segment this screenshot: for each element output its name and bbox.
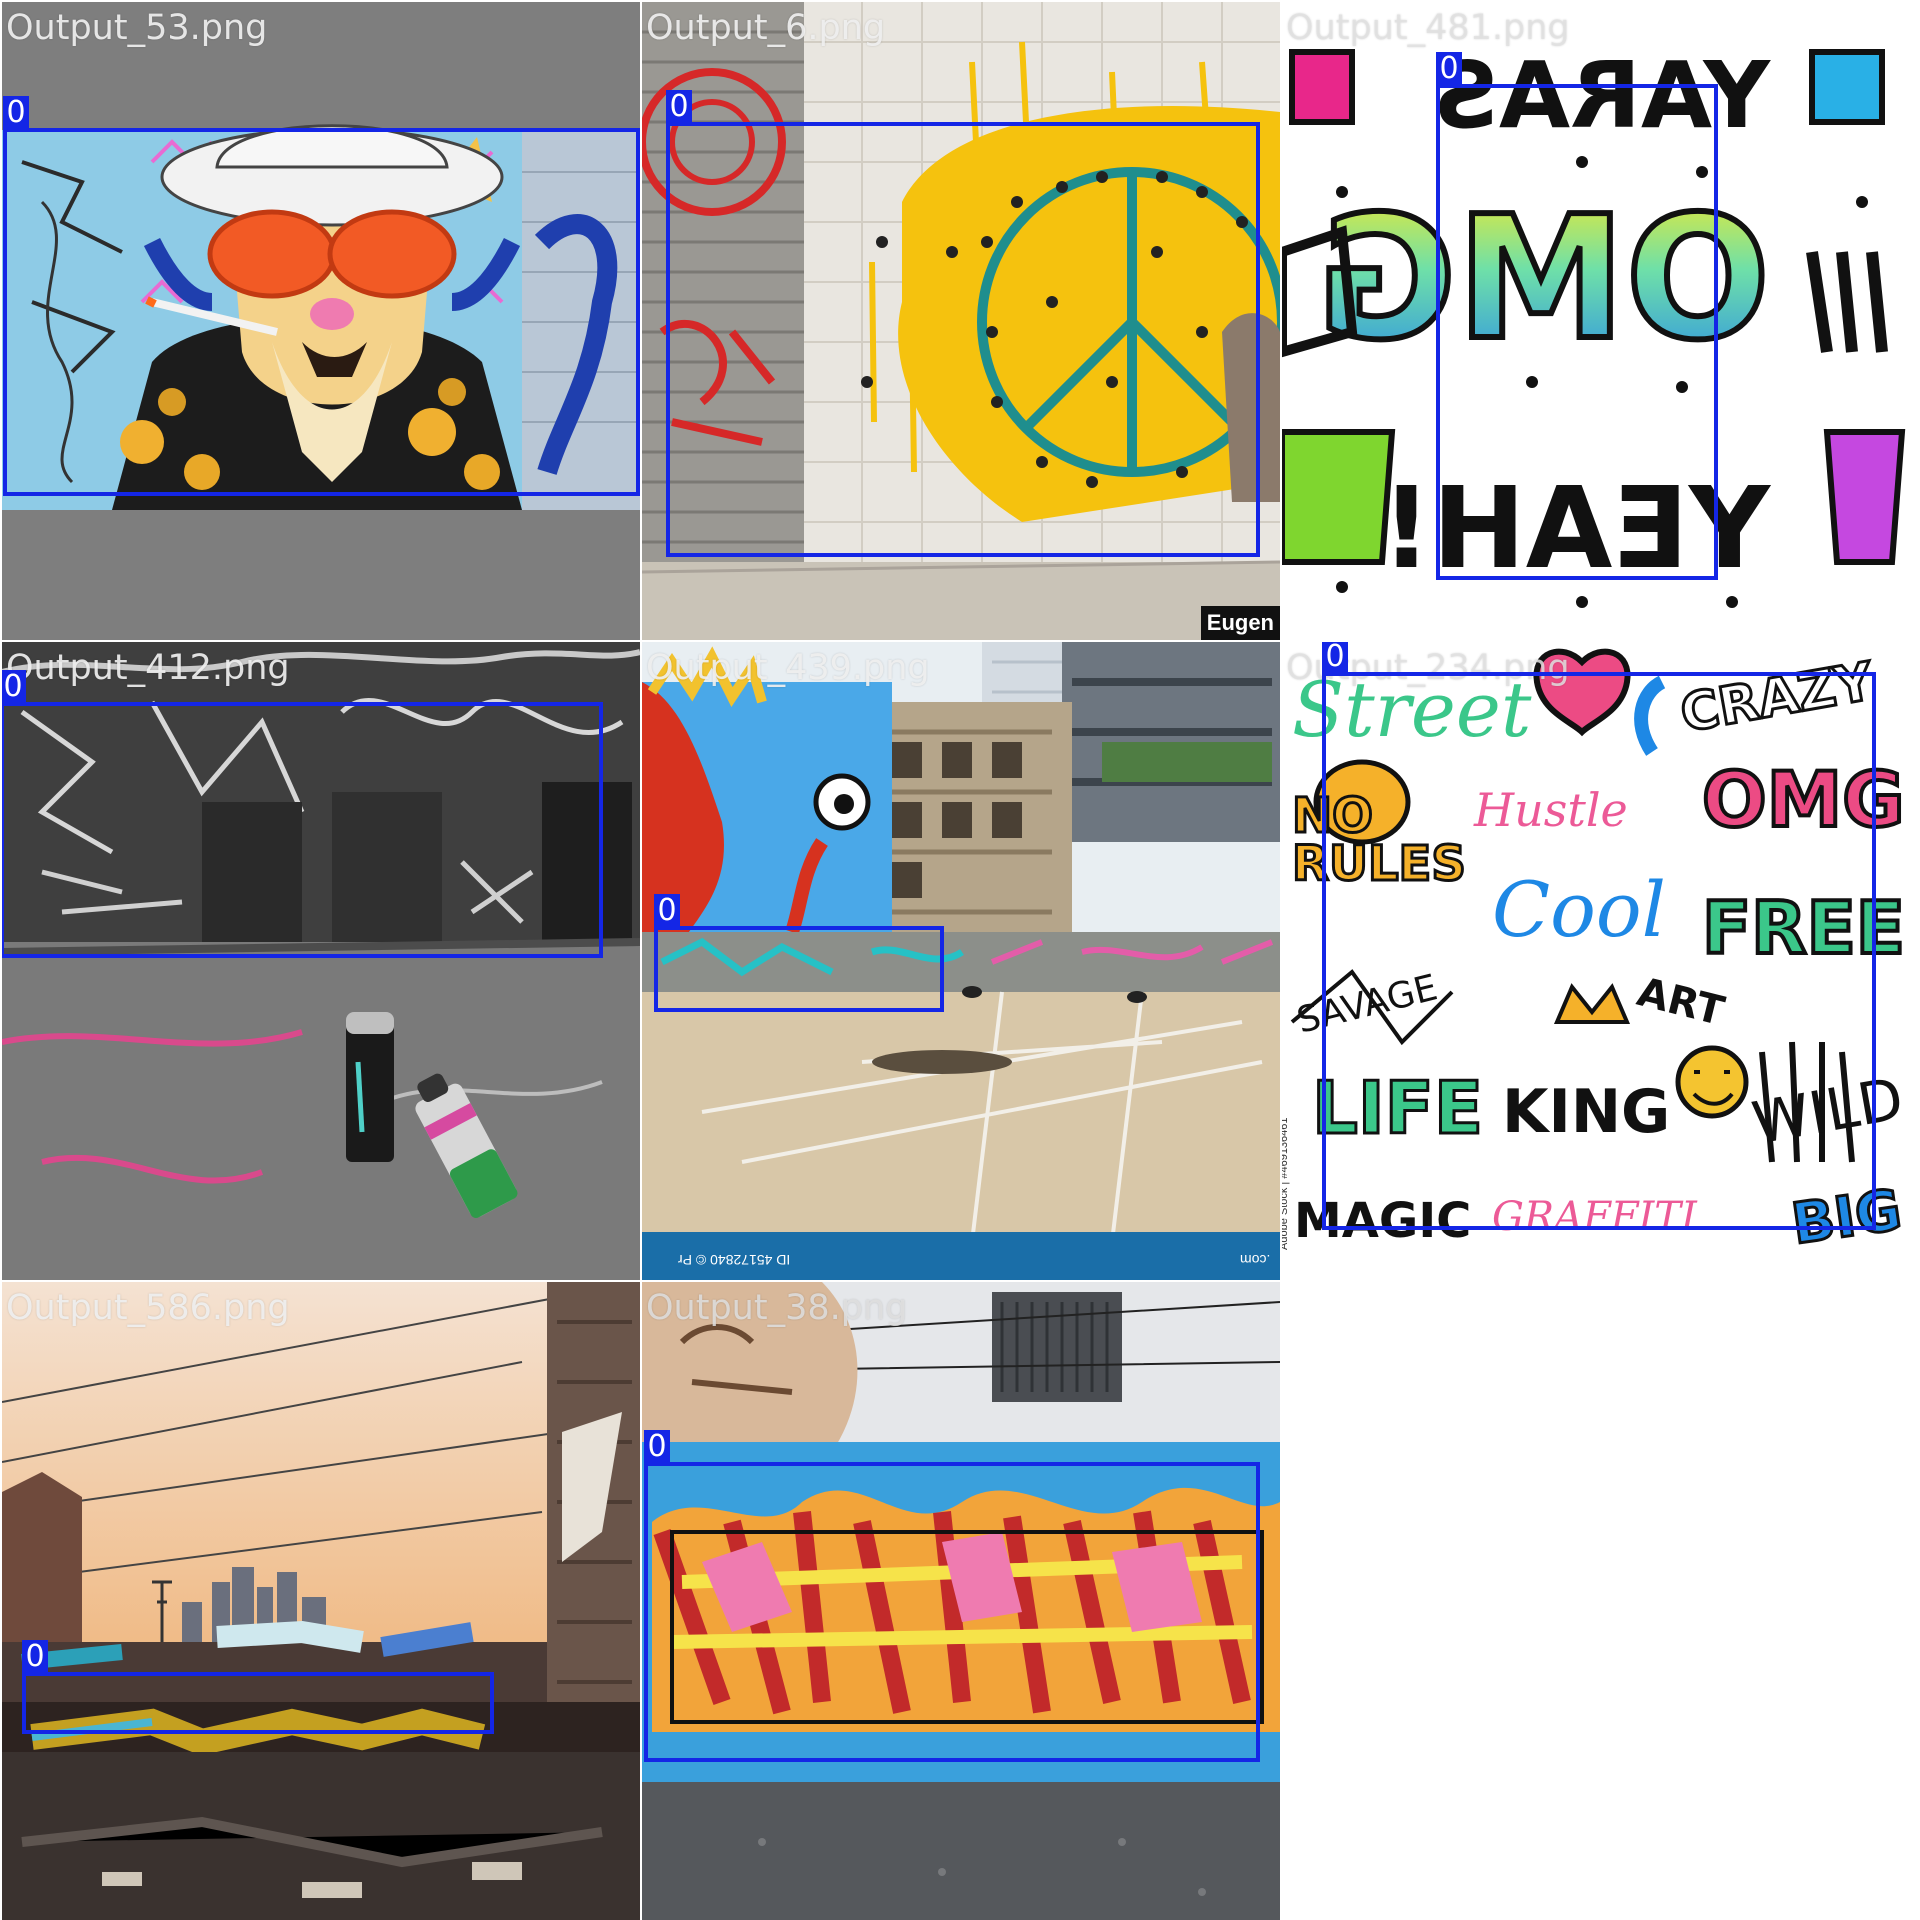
class-label: 0 [1322, 642, 1348, 674]
tile-filename: Output_38.png [646, 1288, 908, 1328]
watermark: Eugen [1200, 606, 1280, 640]
detection-mosaic: Output_53.png 0 Output_6.png Eugen 0 YAR… [0, 0, 1920, 1920]
detection-box: 0 [3, 96, 640, 496]
class-label: 0 [666, 90, 692, 124]
class-label: 0 [644, 1430, 670, 1464]
stock-credit-text: Adobe Stock | #469136461 [1282, 1117, 1290, 1250]
detection-box: 0 [22, 1640, 494, 1734]
tile-filename: Output_439.png [646, 648, 930, 688]
class-label: 0 [2, 670, 26, 704]
tile-filename: Output_53.png [6, 8, 268, 48]
tile-filename: Output_481.png [1286, 8, 1570, 48]
detection-box: 0 [1322, 642, 1876, 1230]
image-tile: Output_38.png 0 [642, 1282, 1280, 1920]
image-tile: Output_586.png 0 [2, 1282, 640, 1920]
tile-filename: Output_586.png [6, 1288, 290, 1328]
detection-box: 0 [1436, 52, 1718, 580]
detection-box: 0 [2, 670, 603, 958]
detection-box: 0 [644, 1430, 1260, 1762]
stock-id-text: ID 45172840 © Pr [678, 1252, 791, 1268]
rooftop-sunset-scene [2, 1282, 640, 1920]
class-label: 0 [1436, 52, 1462, 86]
class-label: 0 [654, 894, 680, 928]
class-label: 0 [22, 1640, 48, 1674]
image-tile: Output_6.png Eugen 0 [642, 2, 1280, 640]
image-tile: Output_53.png 0 [2, 2, 640, 640]
image-tile: Output_412.png 0 [2, 642, 640, 1280]
image-tile: Output_439.png ID 45172840 © Pr .com 0 [642, 642, 1280, 1280]
detection-box: 0 [654, 894, 944, 1012]
image-tile: Street CRAZY NO RULES Hustle OMG Cool FR… [1282, 642, 1920, 1280]
detection-box: 0 [666, 90, 1260, 557]
tile-filename: Output_6.png [646, 8, 886, 48]
stock-domain-text: .com [1239, 1252, 1270, 1268]
image-tile: YARAS OMG YEAH! Output_481.png 0 [1282, 2, 1920, 640]
tile-filename: Output_412.png [6, 648, 290, 688]
class-label: 0 [3, 96, 29, 130]
